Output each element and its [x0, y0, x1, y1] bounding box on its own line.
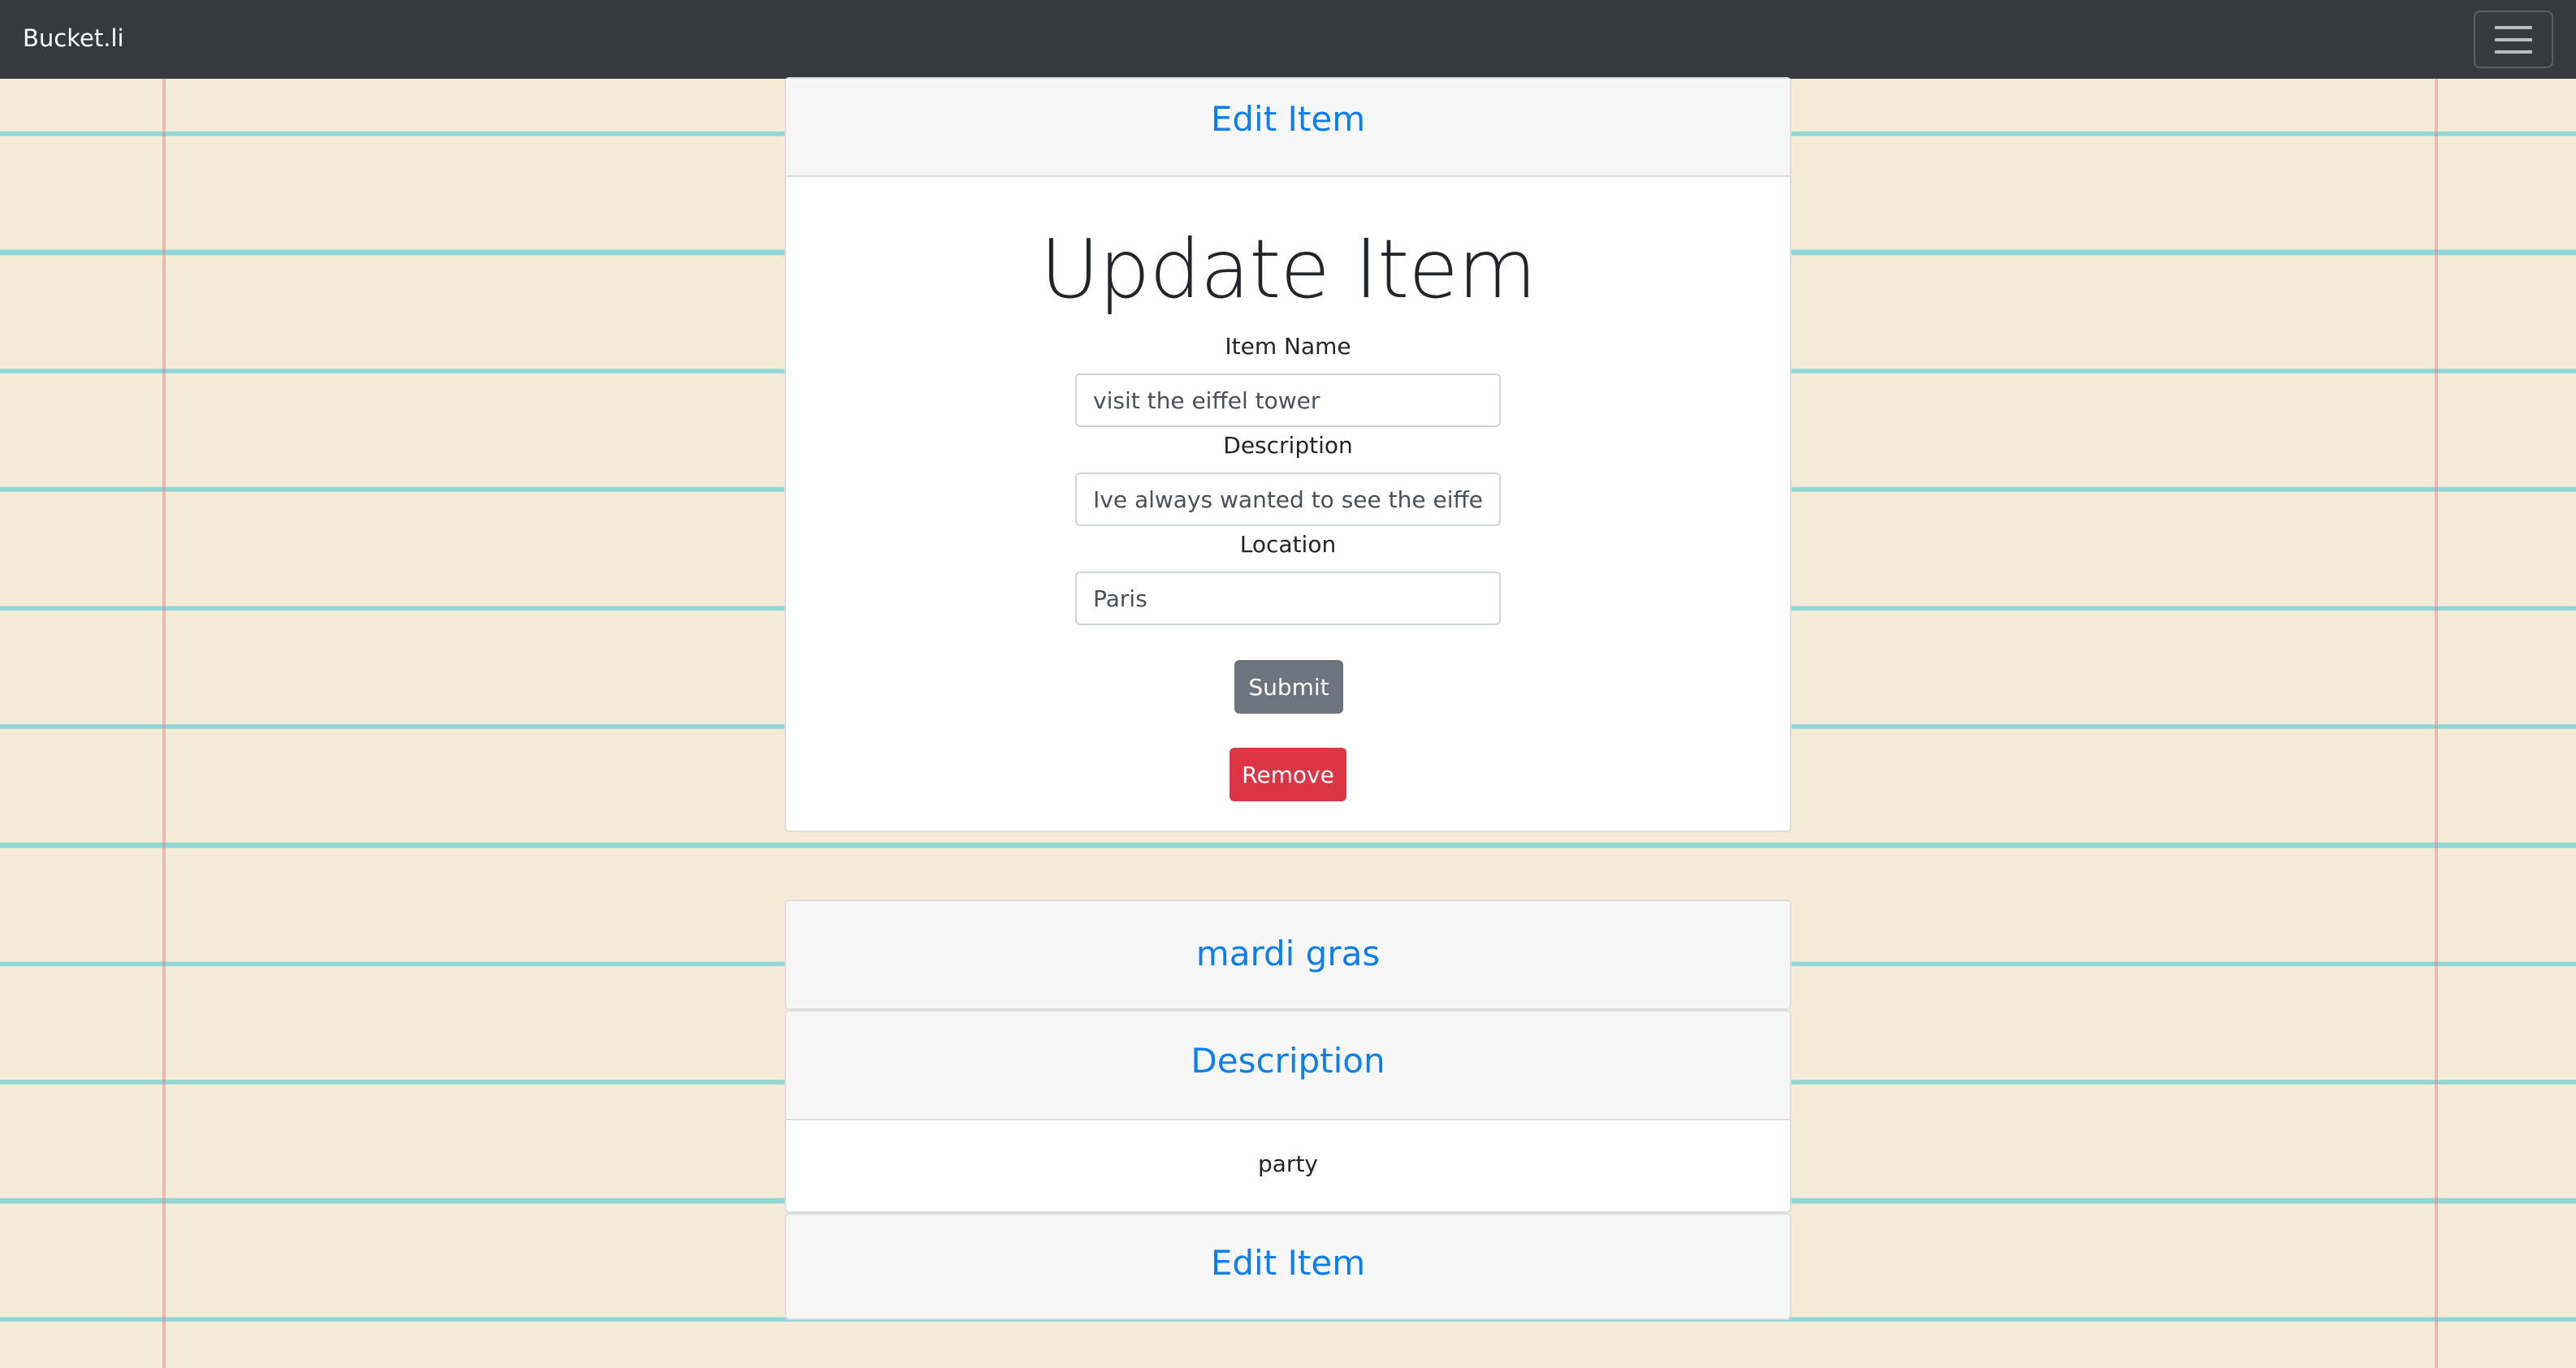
- edit-item-footer-header: Edit Item: [786, 1215, 1790, 1318]
- description-header: Description: [786, 1012, 1790, 1120]
- location-label: Location: [1239, 531, 1337, 558]
- item-title-link[interactable]: mardi gras: [1196, 934, 1380, 973]
- item-name-label: Item Name: [1225, 333, 1351, 360]
- submit-button[interactable]: Submit: [1234, 660, 1343, 714]
- location-input[interactable]: [1075, 572, 1501, 625]
- item-title-header: mardi gras: [786, 901, 1790, 1008]
- hamburger-menu-icon: [2495, 25, 2532, 29]
- edit-item-footer-link[interactable]: Edit Item: [1211, 1243, 1365, 1283]
- description-input[interactable]: [1075, 473, 1501, 526]
- item-description-card: Description party: [784, 1010, 1792, 1213]
- description-header-text: Description: [1191, 1041, 1385, 1081]
- description-text: party: [1258, 1150, 1318, 1177]
- description-label: Description: [1223, 432, 1353, 459]
- edit-item-link[interactable]: Edit Item: [1211, 99, 1365, 139]
- item-name-input[interactable]: [1075, 373, 1501, 427]
- edit-item-footer-card: Edit Item: [784, 1213, 1792, 1320]
- edit-card-header: Edit Item: [786, 79, 1790, 177]
- form-title: Update Item: [1039, 222, 1537, 317]
- item-title-card: mardi gras: [784, 900, 1792, 1010]
- edit-item-card: Edit Item Update Item Item Name Descript…: [784, 77, 1792, 832]
- navbar-brand[interactable]: Bucket.li: [23, 24, 124, 52]
- navbar: Bucket.li: [0, 0, 2576, 79]
- remove-button[interactable]: Remove: [1230, 748, 1346, 801]
- navbar-toggler-button[interactable]: [2474, 11, 2553, 68]
